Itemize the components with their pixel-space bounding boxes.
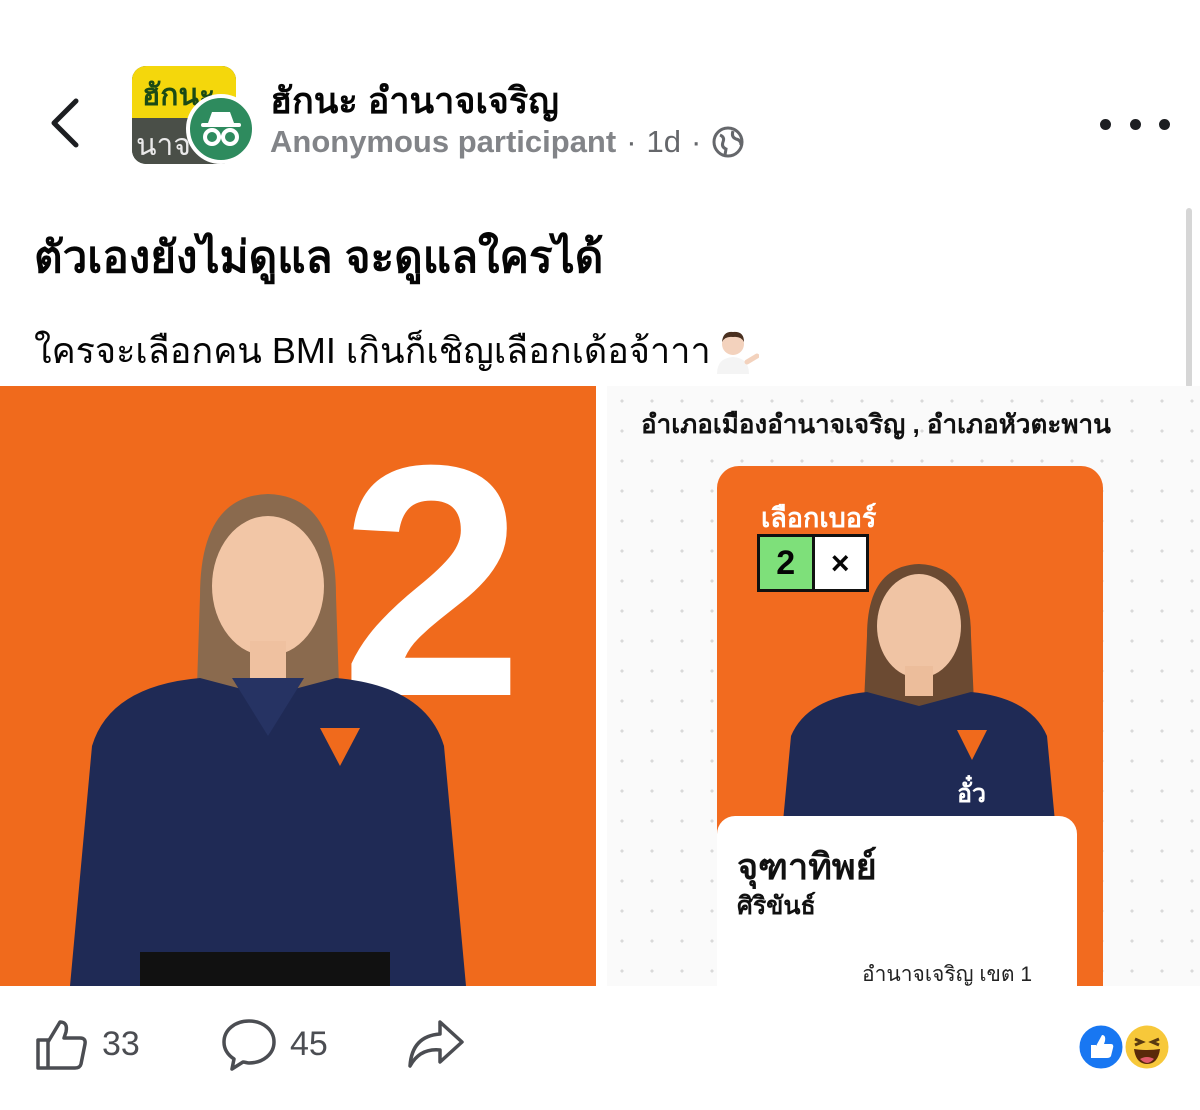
post-meta: Anonymous participant · 1d ·: [270, 124, 745, 160]
globe-icon: [712, 126, 744, 158]
candidate-nickname: อั๋ว: [957, 780, 987, 808]
haha-reaction-icon: [1122, 1022, 1172, 1072]
incognito-icon: [201, 112, 241, 146]
separator: ·: [691, 124, 702, 159]
post-text-row: ใครจะเลือกคน BMI เกินก็เชิญเลือกเด้อจ้าา…: [34, 322, 759, 379]
like-button[interactable]: 33: [34, 1014, 140, 1074]
candidate-last-name: ศิริขันธ์: [737, 892, 816, 920]
comment-count: 45: [290, 1024, 328, 1063]
electoral-area: อำนาจเจริญ เขต 1: [862, 963, 1033, 986]
author-name[interactable]: Anonymous participant: [270, 124, 616, 160]
group-name[interactable]: ฮักนะ อำนาจเจริญ: [270, 72, 559, 129]
person-shrugging-icon: [716, 331, 759, 374]
group-avatar-text-bottom: นาจ: [136, 129, 191, 162]
post-time[interactable]: 1d: [647, 124, 681, 160]
candidate-card-right[interactable]: อำเภอเมืองอำนาจเจริญ , อำเภอหัวตะพาน เลื…: [607, 386, 1200, 986]
share-button[interactable]: [406, 1014, 466, 1074]
post-text: ใครจะเลือกคน BMI เกินก็เชิญเลือกเด้อจ้าา…: [34, 330, 711, 371]
reaction-summary[interactable]: [1076, 1022, 1176, 1072]
more-dot: [1159, 118, 1170, 130]
candidate-figure: [70, 494, 466, 986]
like-count: 33: [102, 1024, 140, 1063]
candidate-card: เลือกเบอร์ 2 × อั๋ว จุฑาทิพย์ ศิริขันธ์ …: [717, 466, 1103, 986]
anonymous-avatar: [186, 94, 256, 164]
candidate-photo-left[interactable]: 2: [0, 386, 596, 986]
post-headline: ตัวเองยังไม่ดูแล จะดูแลใครได้: [34, 233, 604, 282]
share-arrow-icon: [408, 1020, 464, 1068]
chevron-left-icon: [51, 98, 79, 148]
separator: ·: [626, 124, 637, 159]
more-options-button[interactable]: [1100, 104, 1170, 144]
more-dot: [1129, 118, 1141, 130]
thumbs-up-icon: [36, 1020, 87, 1070]
comment-bubble-icon: [222, 1019, 276, 1071]
back-button[interactable]: [30, 78, 102, 168]
district-title: อำเภอเมืองอำนาจเจริญ , อำเภอหัวตะพาน: [641, 409, 1111, 439]
like-reaction-icon: [1076, 1022, 1126, 1072]
scrollbar[interactable]: [1186, 208, 1192, 388]
more-dots-icon: [1100, 118, 1111, 130]
comment-button[interactable]: 45: [220, 1014, 328, 1074]
